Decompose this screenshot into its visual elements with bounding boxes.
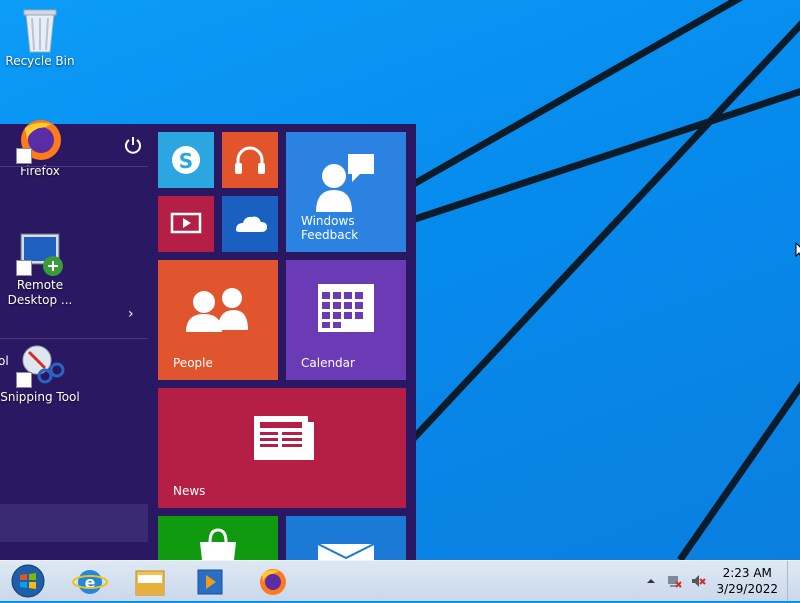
taskbar-clock[interactable]: 2:23 AM 3/29/2022 — [716, 565, 778, 597]
video-icon — [170, 212, 202, 234]
taskbar: e 2:23 AM 3/29/2022 — [0, 560, 800, 601]
svg-text:S: S — [179, 149, 193, 173]
desktop: Recycle Bin Firefox Remote Desktop ... ›… — [0, 0, 800, 560]
firefox-icon — [260, 569, 286, 595]
partial-icon-label: ol — [0, 354, 9, 368]
media-player-icon — [197, 569, 223, 595]
windows-feedback-label: Windows Feedback — [301, 214, 359, 242]
volume-muted-icon[interactable] — [690, 573, 706, 589]
recycle-bin-desktop-icon[interactable]: Recycle Bin — [0, 6, 80, 69]
menu-separator — [0, 166, 148, 167]
cloud-icon — [236, 216, 267, 232]
file-explorer-taskbar-button[interactable] — [124, 563, 176, 599]
internet-explorer-taskbar-button[interactable]: e — [64, 563, 116, 599]
people-label: People — [173, 356, 213, 370]
mail-tile[interactable] — [286, 516, 406, 560]
start-button[interactable] — [2, 563, 54, 599]
onedrive-tile[interactable] — [222, 196, 278, 252]
menu-separator — [0, 338, 148, 339]
clock-date: 3/29/2022 — [716, 582, 778, 596]
firefox-desktop-icon[interactable]: Firefox — [0, 118, 80, 179]
snipping-tool-label: Snipping Tool — [0, 390, 80, 404]
calendar-tile[interactable]: Calendar — [286, 260, 406, 380]
recycle-bin-label: Recycle Bin — [5, 54, 75, 68]
folder-icon — [135, 570, 165, 596]
clock-time: 2:23 AM — [722, 566, 772, 580]
skype-tile[interactable]: S — [158, 132, 214, 188]
windows-feedback-tile[interactable]: Windows Feedback — [286, 132, 406, 252]
video-tile[interactable] — [158, 196, 214, 252]
shortcut-arrow-icon — [16, 148, 32, 164]
media-player-taskbar-button[interactable] — [184, 563, 236, 599]
music-tile[interactable] — [222, 132, 278, 188]
skype-icon: S — [172, 146, 200, 174]
power-icon[interactable] — [122, 134, 144, 156]
network-icon[interactable] — [666, 573, 682, 589]
mouse-cursor-icon — [795, 242, 800, 258]
store-tile[interactable] — [158, 516, 278, 560]
chevron-right-icon[interactable]: › — [128, 306, 134, 322]
remote-desktop-desktop-icon[interactable]: Remote Desktop ... — [0, 230, 80, 308]
tray-expand-icon[interactable] — [646, 576, 656, 586]
people-tile[interactable]: People — [158, 260, 278, 380]
mail-icon — [317, 543, 375, 560]
shortcut-arrow-icon — [16, 372, 32, 388]
snipping-tool-desktop-icon[interactable]: Snipping Tool — [0, 340, 80, 405]
recycle-bin-icon — [23, 9, 57, 53]
calendar-label: Calendar — [301, 356, 355, 370]
firefox-taskbar-button[interactable] — [246, 563, 298, 599]
internet-explorer-icon: e — [72, 570, 108, 594]
shortcut-arrow-icon — [16, 260, 32, 276]
show-desktop-button[interactable] — [787, 561, 800, 601]
news-label: News — [173, 484, 206, 498]
windows-orb-icon — [11, 564, 45, 598]
start-menu: Firefox Remote Desktop ... › Snipping To… — [0, 120, 416, 560]
start-search-box[interactable] — [0, 504, 148, 542]
start-menu-left-column: Firefox Remote Desktop ... › Snipping To… — [0, 120, 150, 560]
store-icon — [200, 528, 236, 560]
remote-desktop-label: Remote Desktop ... — [7, 278, 73, 307]
news-tile[interactable]: News — [158, 388, 406, 508]
headphones-icon — [235, 146, 265, 174]
